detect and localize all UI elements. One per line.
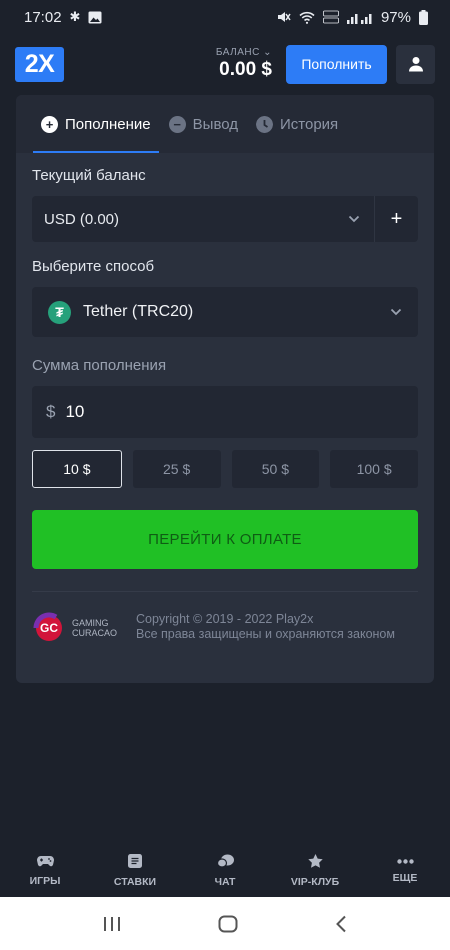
nav-more[interactable]: ЕЩЕ — [360, 845, 450, 897]
nav-bets-label: СТАВКИ — [113, 876, 157, 888]
nav-games-label: ИГРЫ — [29, 875, 61, 887]
balance-select-row: USD (0.00) + — [32, 196, 418, 242]
gallery-icon — [88, 11, 102, 23]
status-time: 17:02 — [24, 8, 62, 26]
recent-apps-icon[interactable] — [103, 916, 121, 932]
battery-icon — [419, 9, 428, 25]
nav-chat-label: ЧАТ — [214, 876, 236, 888]
rights-line: Все права защищены и охраняются законом — [136, 627, 395, 641]
tab-deposit-label: Пополнение — [65, 115, 151, 133]
bottom-nav: ИГРЫ СТАВКИ ЧАТ VIP-КЛУБ ЕЩЕ — [0, 845, 450, 897]
wifi-icon — [299, 11, 315, 24]
slack-icon: ✱ — [69, 9, 81, 24]
method-label: Выберите способ — [32, 258, 155, 275]
balance-value: 0.00 $ — [219, 59, 272, 80]
app-header: 2X БАЛАНС ⌄ 0.00 $ Пополнить — [0, 34, 450, 94]
system-nav-bar — [0, 897, 450, 950]
preset-10[interactable]: 10 $ — [32, 450, 122, 488]
preset-50[interactable]: 50 $ — [231, 450, 320, 488]
gc-emblem-icon: GC — [33, 612, 62, 641]
chevron-down-icon — [348, 215, 360, 223]
status-bar: 17:02 ✱ 97% — [0, 0, 450, 34]
tether-icon: ₮ — [48, 300, 71, 324]
gaming-curacao-logo[interactable]: GC GAMING CURACAO — [32, 612, 120, 652]
brand-logo[interactable]: 2X — [15, 46, 64, 82]
battery-percent: 97% — [380, 8, 411, 26]
signal-icon — [346, 13, 372, 24]
card-footer: GC GAMING CURACAO Copyright © 2019 - 202… — [32, 592, 418, 652]
gamepad-icon — [36, 856, 54, 867]
user-icon — [408, 57, 423, 72]
nav-bets[interactable]: СТАВКИ — [90, 845, 180, 897]
plus-circle-icon: + — [41, 115, 58, 133]
tab-bar: + Пополнение − Вывод История — [16, 95, 434, 153]
tab-history[interactable]: История — [248, 95, 346, 153]
chat-icon — [216, 854, 234, 868]
payment-method-select[interactable]: ₮ Tether (TRC20) — [32, 287, 418, 337]
plus-icon: + — [390, 207, 403, 230]
home-icon[interactable] — [218, 915, 238, 933]
current-balance-label: Текущий баланс — [32, 167, 146, 184]
tab-deposit[interactable]: + Пополнение — [33, 95, 159, 153]
balance-widget[interactable]: БАЛАНС ⌄ 0.00 $ — [216, 47, 272, 81]
chevron-down-icon: ⌄ — [263, 47, 272, 58]
gc-mark: GC — [40, 621, 58, 635]
tab-history-label: История — [280, 115, 339, 133]
ticket-icon — [128, 854, 142, 868]
amount-presets: 10 $ 25 $ 50 $ 100 $ — [32, 450, 418, 488]
currency-select[interactable]: USD (0.00) — [32, 196, 374, 242]
profile-button[interactable] — [396, 44, 435, 84]
gc-line-gaming: GAMING — [72, 618, 109, 628]
star-icon — [307, 854, 323, 868]
tab-withdraw[interactable]: − Вывод — [161, 95, 246, 153]
more-icon — [396, 858, 414, 864]
nav-chat[interactable]: ЧАТ — [180, 845, 270, 897]
amount-currency-symbol: $ — [46, 402, 56, 421]
preset-25[interactable]: 25 $ — [132, 450, 221, 488]
payment-method-value: Tether (TRC20) — [83, 303, 194, 320]
deposit-form: Текущий баланс USD (0.00) + Выберите спо… — [16, 167, 434, 652]
nav-games[interactable]: ИГРЫ — [0, 845, 90, 897]
chevron-down-icon — [390, 308, 402, 316]
preset-100[interactable]: 100 $ — [330, 450, 418, 488]
nav-vip[interactable]: VIP-КЛУБ — [270, 845, 360, 897]
amount-input[interactable]: $ 10 — [32, 386, 418, 438]
mute-icon — [277, 12, 291, 22]
balance-label: БАЛАНС — [215, 47, 260, 58]
proceed-to-payment-button[interactable]: ПЕРЕЙТИ К ОПЛАТЕ — [32, 510, 418, 569]
nav-vip-label: VIP-КЛУБ — [290, 876, 340, 888]
copyright-text: Copyright © 2019 - 2022 Play2x Все права… — [136, 612, 395, 642]
minus-circle-icon: − — [168, 115, 186, 133]
deposit-button[interactable]: Пополнить — [286, 44, 387, 84]
deposit-card: + Пополнение − Вывод История Текущий бал… — [16, 95, 434, 683]
currency-select-value: USD (0.00) — [44, 210, 120, 228]
amount-label: Сумма пополнения — [32, 357, 167, 374]
back-icon[interactable] — [335, 915, 347, 933]
tab-withdraw-label: Вывод — [192, 115, 239, 133]
add-currency-button[interactable]: + — [374, 196, 418, 242]
volte-icon — [323, 10, 339, 24]
amount-value: 10 — [65, 402, 85, 421]
gc-line-curacao: CURACAO — [72, 628, 118, 638]
nav-more-label: ЕЩЕ — [392, 871, 418, 884]
clock-icon — [256, 115, 274, 133]
copyright-line: Copyright © 2019 - 2022 Play2x — [136, 612, 314, 626]
